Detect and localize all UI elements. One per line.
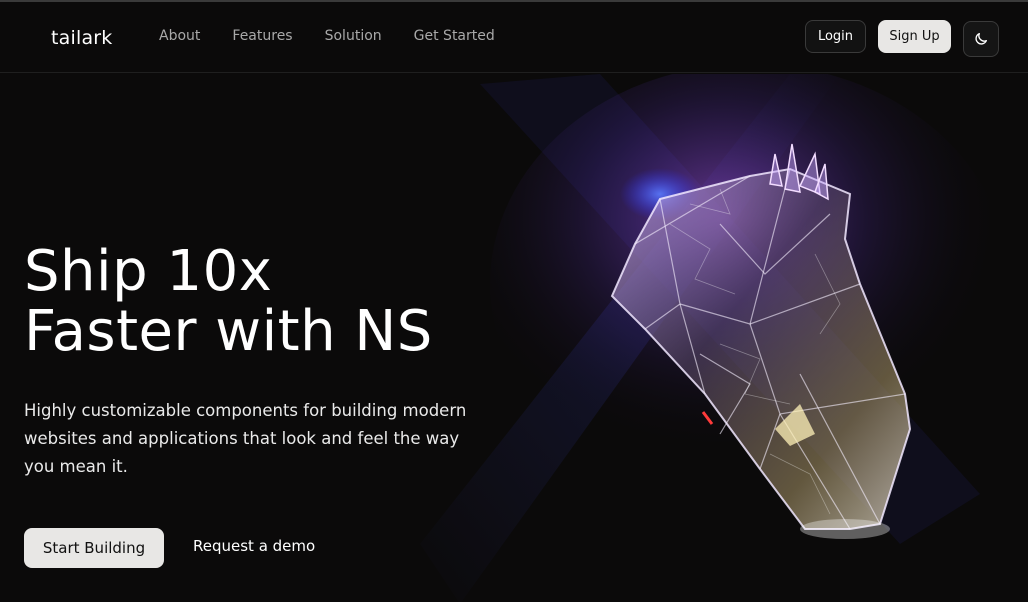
nav-get-started[interactable]: Get Started	[414, 28, 495, 44]
hero-subtitle: Highly customizable components for build…	[24, 401, 467, 476]
nav-solution[interactable]: Solution	[325, 28, 382, 44]
nav-features[interactable]: Features	[232, 28, 292, 44]
hash-logo-icon	[24, 28, 44, 48]
start-building-button[interactable]: Start Building	[24, 528, 164, 568]
site-header: tailark About Features Solution Get Star…	[0, 2, 1028, 73]
main-nav: About Features Solution Get Started	[159, 28, 527, 44]
request-demo-link[interactable]: Request a demo	[193, 537, 315, 555]
logo-link[interactable]: tailark	[24, 24, 113, 52]
page: tailark About Features Solution Get Star…	[0, 0, 1028, 602]
theme-toggle-button[interactable]	[963, 21, 999, 57]
moon-icon	[975, 33, 987, 45]
nav-about[interactable]: About	[159, 28, 200, 44]
crystal-illustration	[420, 74, 1010, 602]
login-button[interactable]: Login	[805, 20, 866, 53]
hero-title-line1: Ship 10x	[24, 239, 273, 304]
logo-text: tailark	[51, 27, 113, 49]
hero-title: Ship 10x Faster with NS	[24, 242, 433, 362]
hero-title-line2: Faster with NS	[24, 299, 433, 364]
signup-button[interactable]: Sign Up	[878, 20, 951, 53]
